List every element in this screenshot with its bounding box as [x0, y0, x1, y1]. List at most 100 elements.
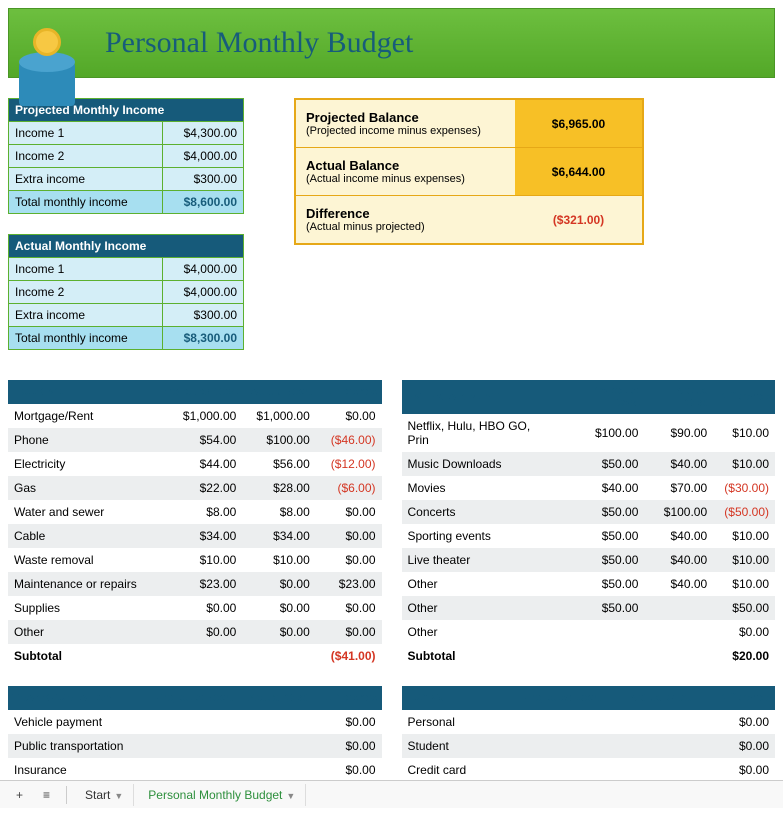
expense-label[interactable]: Other [8, 620, 151, 644]
expense-label[interactable]: Public transportation [8, 734, 142, 758]
actual-cost[interactable]: $40.00 [644, 572, 713, 596]
cell-label[interactable]: Extra income [9, 168, 163, 191]
actual-cost[interactable] [605, 710, 695, 734]
actual-cost[interactable]: $0.00 [242, 620, 315, 644]
actual-cost[interactable]: $0.00 [242, 596, 315, 620]
actual-cost[interactable]: $40.00 [644, 548, 713, 572]
difference-cost[interactable]: $0.00 [313, 758, 381, 782]
cell-value[interactable]: $300.00 [162, 168, 243, 191]
expense-label[interactable]: Phone [8, 428, 151, 452]
cell-label[interactable]: Income 2 [9, 281, 163, 304]
difference-cost[interactable]: $0.00 [316, 404, 382, 428]
projected-cost[interactable]: $40.00 [559, 476, 644, 500]
add-sheet-button[interactable]: + [8, 784, 31, 806]
expense-label[interactable]: Waste removal [8, 548, 151, 572]
actual-cost[interactable] [237, 734, 313, 758]
difference-cost[interactable]: ($46.00) [316, 428, 382, 452]
actual-cost[interactable]: $90.00 [644, 414, 713, 452]
cell-value[interactable]: $4,000.00 [162, 281, 243, 304]
actual-cost[interactable]: $28.00 [242, 476, 315, 500]
cell-label[interactable]: Income 1 [9, 122, 163, 145]
expense-label[interactable]: Netflix, Hulu, HBO GO, Prin [402, 414, 560, 452]
difference-cost[interactable]: $10.00 [713, 414, 775, 452]
projected-cost[interactable]: $34.00 [151, 524, 242, 548]
expense-label[interactable]: Maintenance or repairs [8, 572, 151, 596]
difference-cost[interactable]: ($12.00) [316, 452, 382, 476]
expense-label[interactable]: Other [402, 620, 560, 644]
expense-label[interactable]: Live theater [402, 548, 560, 572]
sheets-menu-button[interactable]: ≡ [35, 784, 58, 806]
actual-cost[interactable] [644, 620, 713, 644]
actual-cost[interactable]: $56.00 [242, 452, 315, 476]
expense-label[interactable]: Other [402, 572, 560, 596]
difference-cost[interactable]: $0.00 [695, 758, 775, 782]
difference-cost[interactable]: ($50.00) [713, 500, 775, 524]
cell-value[interactable]: $4,000.00 [162, 258, 243, 281]
difference-cost[interactable]: $23.00 [316, 572, 382, 596]
projected-cost[interactable]: $50.00 [559, 596, 644, 620]
actual-cost[interactable] [644, 596, 713, 620]
actual-cost[interactable]: $40.00 [644, 524, 713, 548]
actual-cost[interactable]: $70.00 [644, 476, 713, 500]
difference-cost[interactable]: $0.00 [313, 710, 381, 734]
expense-label[interactable]: Gas [8, 476, 151, 500]
difference-cost[interactable]: $0.00 [713, 620, 775, 644]
projected-cost[interactable] [493, 758, 604, 782]
difference-cost[interactable]: $10.00 [713, 452, 775, 476]
cell-value[interactable]: $300.00 [162, 304, 243, 327]
projected-cost[interactable]: $23.00 [151, 572, 242, 596]
projected-cost[interactable] [559, 620, 644, 644]
projected-cost[interactable] [493, 710, 604, 734]
projected-cost[interactable]: $1,000.00 [151, 404, 242, 428]
expense-label[interactable]: Credit card [402, 758, 494, 782]
expense-label[interactable]: Water and sewer [8, 500, 151, 524]
cell-value[interactable]: $4,300.00 [162, 122, 243, 145]
difference-cost[interactable]: $0.00 [695, 734, 775, 758]
projected-cost[interactable]: $44.00 [151, 452, 242, 476]
difference-cost[interactable]: $0.00 [313, 734, 381, 758]
difference-cost[interactable]: ($6.00) [316, 476, 382, 500]
expense-label[interactable]: Other [402, 596, 560, 620]
expense-label[interactable]: Sporting events [402, 524, 560, 548]
projected-cost[interactable]: $50.00 [559, 452, 644, 476]
difference-cost[interactable]: $0.00 [316, 548, 382, 572]
actual-cost[interactable]: $100.00 [644, 500, 713, 524]
expense-label[interactable]: Vehicle payment [8, 710, 142, 734]
difference-cost[interactable]: $0.00 [316, 500, 382, 524]
cell-label[interactable]: Extra income [9, 304, 163, 327]
difference-cost[interactable]: $10.00 [713, 524, 775, 548]
difference-cost[interactable]: $50.00 [713, 596, 775, 620]
actual-cost[interactable]: $10.00 [242, 548, 315, 572]
difference-cost[interactable]: $0.00 [316, 596, 382, 620]
actual-cost[interactable]: $40.00 [644, 452, 713, 476]
projected-cost[interactable]: $54.00 [151, 428, 242, 452]
projected-cost[interactable]: $10.00 [151, 548, 242, 572]
projected-cost[interactable]: $8.00 [151, 500, 242, 524]
difference-cost[interactable]: $0.00 [316, 620, 382, 644]
expense-label[interactable]: Personal [402, 710, 494, 734]
expense-label[interactable]: Insurance [8, 758, 142, 782]
actual-cost[interactable] [237, 758, 313, 782]
actual-cost[interactable]: $1,000.00 [242, 404, 315, 428]
projected-cost[interactable]: $22.00 [151, 476, 242, 500]
projected-cost[interactable] [493, 734, 604, 758]
projected-cost[interactable]: $50.00 [559, 500, 644, 524]
projected-cost[interactable] [142, 734, 237, 758]
projected-cost[interactable]: $0.00 [151, 596, 242, 620]
expense-label[interactable]: Supplies [8, 596, 151, 620]
difference-cost[interactable]: $10.00 [713, 548, 775, 572]
actual-cost[interactable]: $100.00 [242, 428, 315, 452]
projected-cost[interactable]: $0.00 [151, 620, 242, 644]
projected-cost[interactable] [142, 758, 237, 782]
cell-label[interactable]: Income 1 [9, 258, 163, 281]
difference-cost[interactable]: $0.00 [316, 524, 382, 548]
cell-value[interactable]: $4,000.00 [162, 145, 243, 168]
projected-cost[interactable]: $50.00 [559, 548, 644, 572]
expense-label[interactable]: Music Downloads [402, 452, 560, 476]
projected-cost[interactable] [142, 710, 237, 734]
expense-label[interactable]: Electricity [8, 452, 151, 476]
expense-label[interactable]: Mortgage/Rent [8, 404, 151, 428]
projected-cost[interactable]: $50.00 [559, 524, 644, 548]
expense-label[interactable]: Cable [8, 524, 151, 548]
tab-personal-monthly-budget[interactable]: Personal Monthly Budget▼ [138, 784, 306, 806]
